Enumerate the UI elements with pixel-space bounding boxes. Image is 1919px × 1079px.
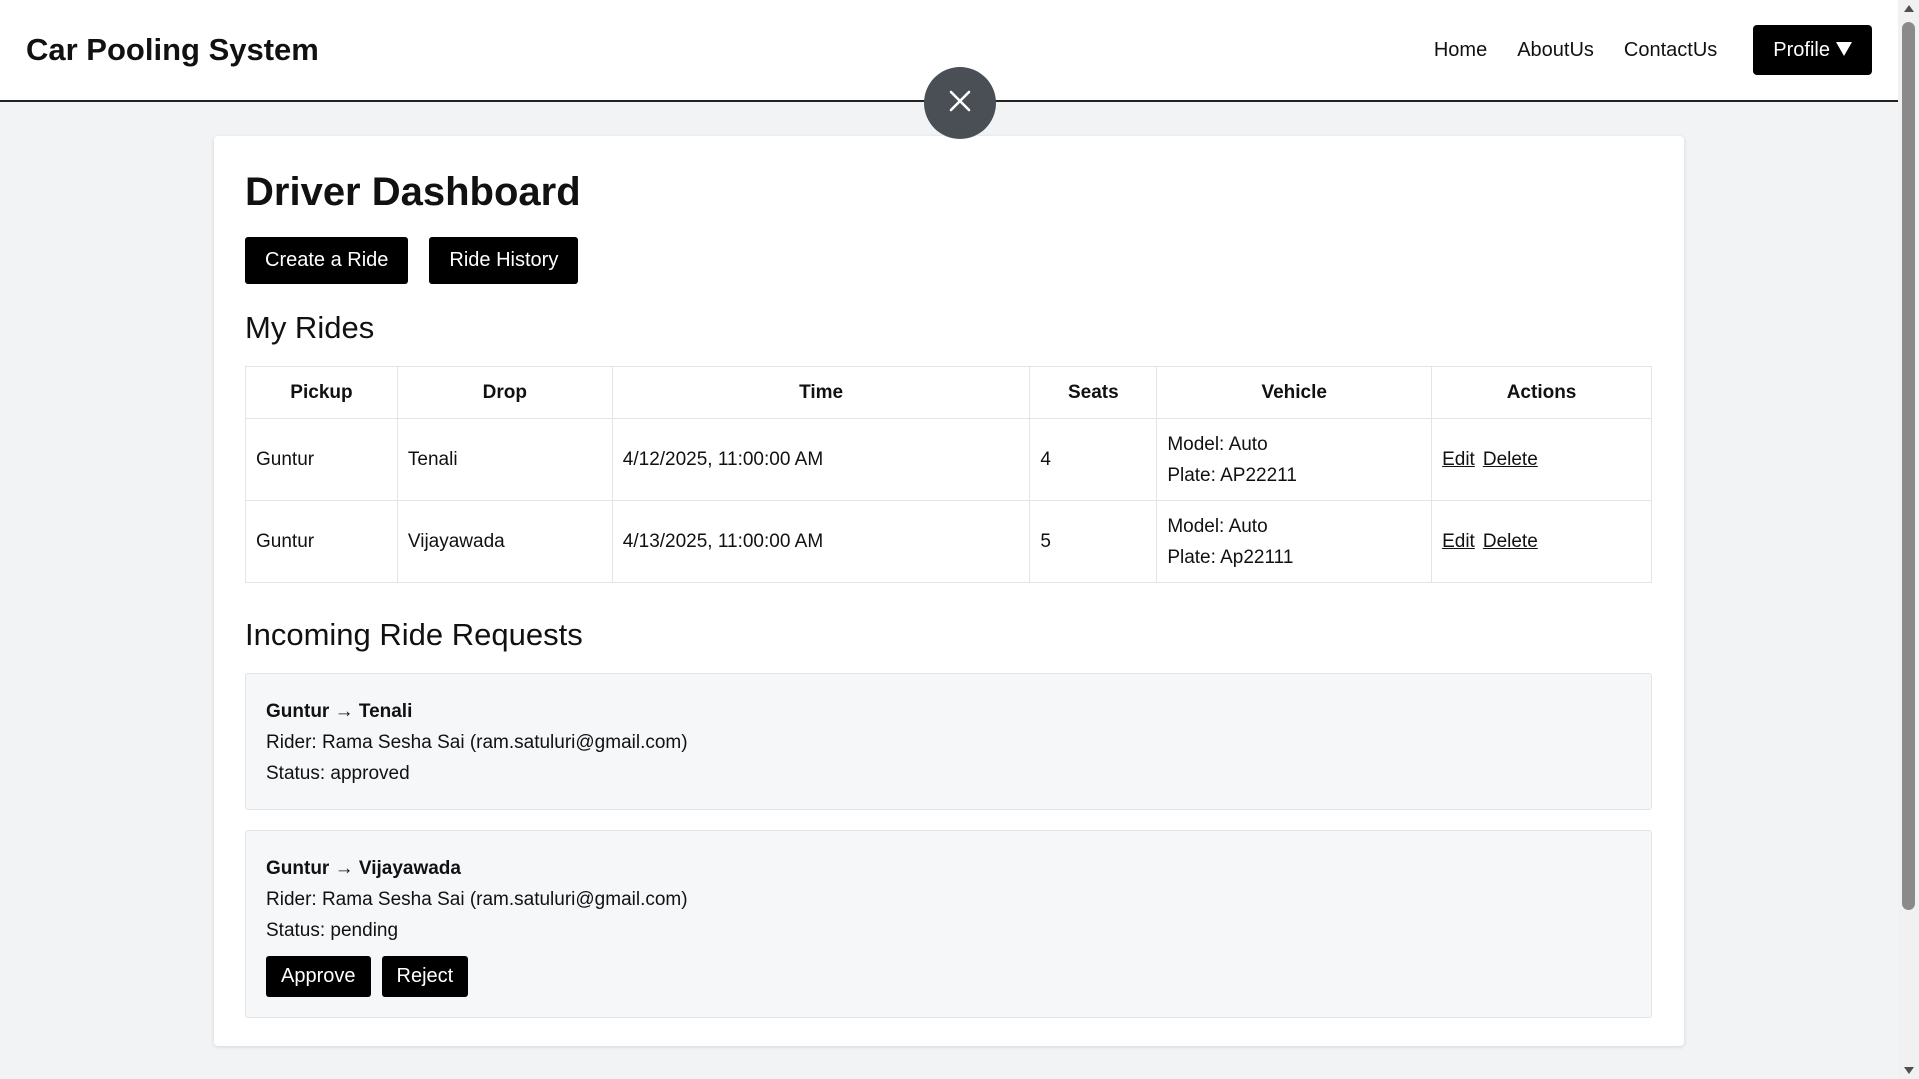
edit-ride-link[interactable]: Edit xyxy=(1442,449,1475,470)
request-route: Guntur → Vijayawada xyxy=(266,858,461,879)
nav-aboutus-link[interactable]: AboutUs xyxy=(1517,39,1594,62)
close-button[interactable] xyxy=(924,67,996,139)
request-rider: Rider: Rama Sesha Sai (ram.satuluri@gmai… xyxy=(266,889,688,910)
my-rides-heading: My Rides xyxy=(245,310,375,345)
request-route: Guntur → Tenali xyxy=(266,701,413,722)
ride-actions: Edit Delete xyxy=(1431,418,1652,501)
reject-button[interactable]: Reject xyxy=(381,956,469,997)
nav-contactus-link[interactable]: ContactUs xyxy=(1624,39,1717,62)
column-header-seats: Seats xyxy=(1029,366,1158,419)
ride-pickup: Guntur xyxy=(245,500,398,583)
ride-seats: 4 xyxy=(1029,418,1158,501)
create-ride-button[interactable]: Create a Ride xyxy=(245,237,409,284)
column-header-time: Time xyxy=(611,366,1031,419)
request-status: Status: approved xyxy=(266,763,410,784)
ride-drop: Vijayawada xyxy=(396,500,613,583)
main-nav: Home AboutUs ContactUs Profile xyxy=(1434,25,1872,75)
incoming-requests-heading: Incoming Ride Requests xyxy=(245,617,583,652)
table-row: Guntur Tenali 4/12/2025, 11:00:00 AM 4 M… xyxy=(245,418,1652,501)
column-header-pickup: Pickup xyxy=(245,366,398,419)
ride-time: 4/12/2025, 11:00:00 AM xyxy=(611,418,1031,501)
caret-down-icon xyxy=(1836,40,1852,61)
vehicle-model: Model: Auto xyxy=(1167,515,1268,537)
ride-seats: 5 xyxy=(1029,500,1158,583)
ride-pickup: Guntur xyxy=(245,418,398,501)
edit-ride-link[interactable]: Edit xyxy=(1442,531,1475,552)
ride-history-button[interactable]: Ride History xyxy=(429,237,579,284)
my-rides-table: Pickup Drop Time Seats Vehicle Actions G… xyxy=(245,366,1652,583)
delete-ride-link[interactable]: Delete xyxy=(1483,531,1538,552)
vehicle-plate: Plate: AP22211 xyxy=(1167,464,1297,486)
close-icon xyxy=(948,89,972,118)
column-header-vehicle: Vehicle xyxy=(1156,366,1433,419)
delete-ride-link[interactable]: Delete xyxy=(1483,449,1538,470)
ride-request-card: Guntur → Vijayawada Rider: Rama Sesha Sa… xyxy=(245,830,1652,1018)
ride-vehicle: Model: Auto Plate: AP22211 xyxy=(1156,418,1433,501)
table-header-row: Pickup Drop Time Seats Vehicle Actions xyxy=(245,366,1652,419)
vehicle-model: Model: Auto xyxy=(1167,433,1268,455)
request-actions: Approve Reject xyxy=(266,956,1631,997)
profile-label: Profile xyxy=(1773,38,1830,61)
column-header-actions: Actions xyxy=(1431,366,1652,419)
scroll-up-arrow-icon[interactable] xyxy=(1898,0,1919,17)
table-row: Guntur Vijayawada 4/13/2025, 11:00:00 AM… xyxy=(245,500,1652,583)
profile-dropdown-button[interactable]: Profile xyxy=(1753,25,1872,75)
scrollbar-thumb[interactable] xyxy=(1902,22,1915,910)
approve-button[interactable]: Approve xyxy=(266,956,371,997)
column-header-drop: Drop xyxy=(396,366,613,419)
ride-time: 4/13/2025, 11:00:00 AM xyxy=(611,500,1031,583)
request-status: Status: pending xyxy=(266,920,399,941)
request-rider: Rider: Rama Sesha Sai (ram.satuluri@gmai… xyxy=(266,732,688,753)
brand-title[interactable]: Car Pooling System xyxy=(26,32,319,68)
ride-actions: Edit Delete xyxy=(1431,500,1652,583)
page-scrollbar[interactable] xyxy=(1898,0,1919,1079)
ride-drop: Tenali xyxy=(396,418,613,501)
dashboard-actions: Create a Ride Ride History xyxy=(245,237,1653,284)
nav-home-link[interactable]: Home xyxy=(1434,39,1487,62)
ride-vehicle: Model: Auto Plate: Ap22111 xyxy=(1156,500,1433,583)
vehicle-plate: Plate: Ap22111 xyxy=(1167,546,1294,568)
dashboard-card: Driver Dashboard Create a Ride Ride Hist… xyxy=(214,136,1684,1046)
page-title: Driver Dashboard xyxy=(245,170,581,214)
ride-request-card: Guntur → Tenali Rider: Rama Sesha Sai (r… xyxy=(245,673,1652,810)
scroll-down-arrow-icon[interactable] xyxy=(1898,1062,1919,1079)
